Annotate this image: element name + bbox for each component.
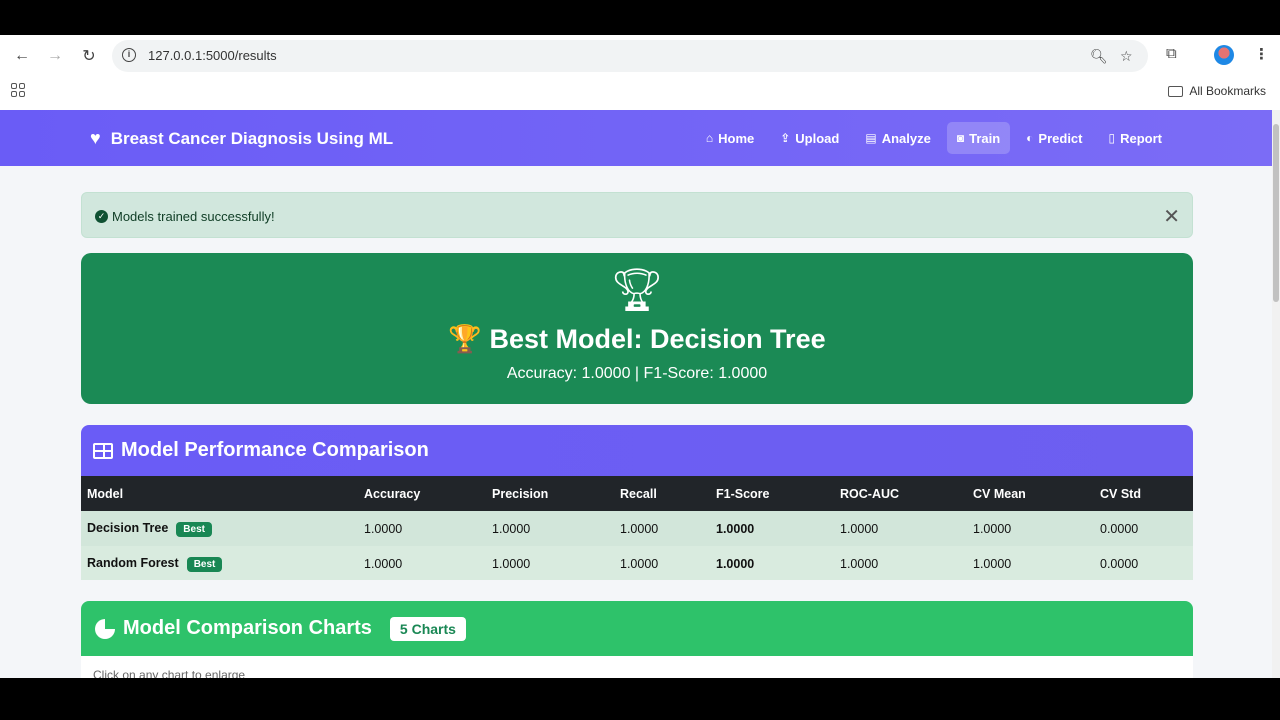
chart-icon: ▤ [865, 131, 877, 145]
table-row: Random Forest Best 1.0000 1.0000 1.0000 1… [81, 546, 1193, 580]
nav-predict[interactable]: ◐ Predict [1016, 122, 1092, 154]
scrollbar-thumb[interactable] [1273, 124, 1279, 302]
browser-chrome: ← → ↻ i 127.0.0.1:5000/results 🔍︎ ☆ ⧉ ⋮ … [0, 35, 1280, 110]
pie-chart-icon [95, 618, 115, 639]
model-name: Random Forest [87, 555, 179, 570]
model-name: Decision Tree [87, 520, 169, 535]
cv-mean-cell: 1.0000 [973, 556, 1012, 571]
table-header-row: Model Accuracy Precision Recall F1-Score… [81, 476, 1193, 511]
performance-title: Model Performance Comparison [121, 439, 429, 461]
nav-home-label: Home [718, 130, 755, 146]
best-badge: Best [186, 556, 223, 572]
forward-icon[interactable]: → [44, 45, 66, 67]
upload-icon: ⇪ [780, 131, 791, 145]
brain-icon: ◐ [1026, 131, 1034, 145]
precision-cell: 1.0000 [492, 521, 531, 536]
charts-count-badge: 5 Charts [389, 616, 466, 641]
col-header: Recall [620, 486, 657, 501]
bookmarks-bar: All Bookmarks [0, 75, 1280, 110]
col-header: ROC-AUC [840, 486, 900, 501]
nav-upload-label: Upload [795, 130, 840, 146]
nav-home[interactable]: ⌂ Home [696, 122, 764, 154]
nav-train-label: Train [969, 130, 1001, 146]
site-info-icon[interactable]: i [122, 48, 136, 62]
browser-menu-icon[interactable]: ⋮ [1254, 45, 1269, 63]
alert-message: Models trained successfully! [112, 209, 275, 224]
robot-icon: ◙ [956, 131, 965, 145]
extensions-icon[interactable]: ⧉ [1166, 45, 1177, 62]
roc-auc-cell: 1.0000 [840, 556, 879, 571]
charts-hint: Click on any chart to enlarge [93, 668, 246, 678]
col-header: Model [87, 486, 124, 501]
performance-card: Model Performance Comparison Model Accur… [81, 425, 1193, 580]
best-model-metrics: Accuracy: 1.0000 | F1-Score: 1.0000 [506, 365, 768, 382]
col-header: CV Std [1100, 486, 1141, 501]
model-cell: Random Forest Best [81, 546, 358, 580]
nav-report-label: Report [1120, 130, 1162, 146]
performance-table: Model Accuracy Precision Recall F1-Score… [81, 476, 1193, 580]
cv-std-cell: 0.0000 [1100, 556, 1139, 571]
success-alert: ✓ Models trained successfully! ✕ [81, 192, 1193, 238]
url-text[interactable]: 127.0.0.1:5000/results [148, 48, 277, 63]
nav-predict-label: Predict [1038, 130, 1083, 146]
page-scrollbar[interactable] [1272, 110, 1280, 678]
best-model-card: 🏆︎ 🏆 Best Model: Decision Tree Accuracy:… [81, 253, 1193, 404]
apps-grid-icon[interactable] [11, 83, 25, 97]
back-icon[interactable]: ← [11, 45, 33, 67]
web-page: ♥ Breast Cancer Diagnosis Using ML ⌂ Home… [0, 110, 1280, 678]
model-cell: Decision Tree Best [81, 511, 358, 546]
f1-cell: 1.0000 [716, 556, 755, 571]
file-icon: ▯ [1108, 131, 1116, 145]
col-header: F1-Score [716, 486, 770, 501]
close-icon[interactable]: ✕ [1163, 204, 1180, 229]
cv-std-cell: 0.0000 [1100, 521, 1139, 536]
charts-card: Model Comparison Charts 5 Charts Click o… [81, 601, 1193, 678]
check-circle-icon: ✓ [95, 210, 108, 223]
nav-menu: ⌂ Home ⇪ Upload ▤ Analyze ◙ Train ◐ Predict ▯… [696, 122, 1172, 154]
nav-analyze-label: Analyze [881, 130, 931, 146]
trophy-icon: 🏆︎ [610, 266, 664, 313]
brand-title: Breast Cancer Diagnosis Using ML [110, 128, 394, 148]
best-model-title: 🏆 Best Model: Decision Tree [448, 324, 826, 354]
heart-pulse-icon: ♥ [90, 128, 101, 148]
recall-cell: 1.0000 [620, 556, 659, 571]
nav-analyze[interactable]: ▤ Analyze [855, 122, 940, 154]
best-badge: Best [176, 521, 212, 537]
all-bookmarks-button[interactable]: All Bookmarks [1168, 84, 1266, 98]
precision-cell: 1.0000 [492, 556, 531, 571]
browser-toolbar: ← → ↻ i 127.0.0.1:5000/results 🔍︎ ☆ ⧉ ⋮ [0, 35, 1280, 75]
profile-avatar[interactable] [1214, 45, 1234, 65]
accuracy-cell: 1.0000 [364, 521, 403, 536]
charts-header: Model Comparison Charts 5 Charts [81, 601, 1193, 656]
address-bar[interactable]: i 127.0.0.1:5000/results 🔍︎ ☆ [112, 40, 1148, 72]
bookmark-star-icon[interactable]: ☆ [1120, 48, 1133, 65]
nav-upload[interactable]: ⇪ Upload [770, 122, 849, 154]
nav-report[interactable]: ▯ Report [1099, 122, 1173, 154]
table-row: Decision Tree Best 1.0000 1.0000 1.0000 1… [81, 511, 1193, 546]
brand-link[interactable]: ♥ Breast Cancer Diagnosis Using ML [90, 128, 393, 149]
cv-mean-cell: 1.0000 [973, 521, 1012, 536]
recall-cell: 1.0000 [620, 521, 659, 536]
col-header: Accuracy [364, 486, 421, 501]
app-navbar: ♥ Breast Cancer Diagnosis Using ML ⌂ Home… [0, 110, 1272, 166]
col-header: Precision [492, 486, 549, 501]
home-icon: ⌂ [705, 131, 714, 145]
folder-icon [1168, 85, 1184, 97]
screen-bottom-border [0, 678, 1280, 720]
nav-train[interactable]: ◙ Train [946, 122, 1011, 154]
roc-auc-cell: 1.0000 [840, 521, 879, 536]
accuracy-cell: 1.0000 [364, 556, 403, 571]
screen-top-border [0, 0, 1280, 35]
reload-icon[interactable]: ↻ [78, 45, 100, 67]
f1-cell: 1.0000 [716, 521, 755, 536]
all-bookmarks-label: All Bookmarks [1189, 84, 1266, 98]
performance-header: Model Performance Comparison [81, 425, 1193, 476]
zoom-icon[interactable]: 🔍︎ [1090, 48, 1108, 65]
table-icon [93, 442, 113, 459]
col-header: CV Mean [973, 486, 1026, 501]
charts-title: Model Comparison Charts [123, 617, 372, 639]
